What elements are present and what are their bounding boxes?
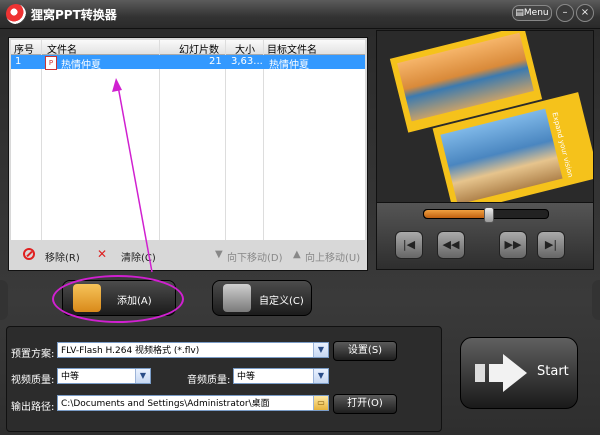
- preset-select[interactable]: FLV-Flash H.264 视频格式 (*.flv) ▼: [57, 342, 329, 358]
- ppt-file-icon: P: [45, 56, 57, 70]
- menu-label: Menu: [523, 8, 549, 18]
- preset-label: 预置方案:: [11, 349, 55, 360]
- col-file-name[interactable]: 文件名: [47, 41, 77, 56]
- chevron-down-icon: ▼: [135, 369, 150, 383]
- skip-back-icon[interactable]: |◀: [395, 231, 423, 259]
- clear-button[interactable]: 清除(C): [121, 249, 156, 264]
- app-window: 狸窝PPT转换器 ▤Menu – × 序号 文件名 幻灯片数 大小 目标文件名 …: [0, 0, 600, 435]
- seek-progress: [424, 210, 489, 218]
- row-size: 3,63...: [231, 56, 263, 67]
- col-index[interactable]: 序号: [14, 41, 34, 56]
- video-quality-label: 视频质量:: [11, 375, 55, 386]
- minimize-button[interactable]: –: [556, 4, 574, 22]
- video-quality-select[interactable]: 中等 ▼: [57, 368, 151, 384]
- settings-button[interactable]: 设置(S): [333, 341, 397, 361]
- output-settings-panel: 预置方案: FLV-Flash H.264 视频格式 (*.flv) ▼ 设置(…: [6, 326, 442, 432]
- column-divider: [225, 40, 226, 240]
- row-target-name: 热情仲夏: [269, 60, 309, 71]
- table-row[interactable]: 1 P 热情仲夏 21 3,63... 热情仲夏: [11, 55, 365, 71]
- column-divider: [263, 40, 264, 240]
- remove-icon[interactable]: [23, 248, 35, 260]
- row-slides: 21: [209, 56, 222, 67]
- move-up-button[interactable]: 向上移动(U): [305, 249, 360, 264]
- output-path-label: 输出路径:: [11, 402, 55, 413]
- play-arrow-icon: [475, 354, 527, 392]
- preview-panel: Expand your vision: [376, 30, 594, 204]
- video-quality-value: 中等: [61, 372, 80, 382]
- column-divider: [41, 40, 42, 240]
- app-title: 狸窝PPT转换器: [31, 8, 117, 22]
- side-decoration: [0, 280, 8, 320]
- player-controls: |◀ ◀◀ ▶▶ ▶|: [376, 202, 594, 270]
- start-button[interactable]: Start: [460, 337, 578, 409]
- row-index: 1: [15, 56, 22, 67]
- audio-quality-value: 中等: [237, 372, 256, 382]
- preset-value: FLV-Flash H.264 视频格式 (*.flv): [61, 346, 200, 356]
- move-up-icon: ▲: [293, 249, 301, 260]
- menu-button[interactable]: ▤Menu: [512, 5, 552, 21]
- app-logo-icon: [6, 4, 26, 24]
- tools-icon: [223, 284, 251, 312]
- audio-quality-label: 音频质量:: [187, 375, 231, 386]
- title-bar: 狸窝PPT转换器 ▤Menu – ×: [0, 0, 600, 29]
- folder-icon[interactable]: ▭: [313, 396, 328, 410]
- col-slides[interactable]: 幻灯片数: [179, 41, 219, 56]
- customize-button[interactable]: 自定义(C): [212, 280, 312, 316]
- output-path-value: C:\Documents and Settings\Administrator\…: [61, 399, 270, 409]
- customize-button-label: 自定义(C): [259, 296, 304, 307]
- side-decoration: [592, 280, 600, 320]
- output-path-input[interactable]: C:\Documents and Settings\Administrator\…: [57, 395, 329, 411]
- seek-bar[interactable]: [423, 207, 549, 223]
- file-list-panel: 序号 文件名 幻灯片数 大小 目标文件名 1 P 热情仲夏 21 3,63...…: [8, 37, 368, 271]
- chevron-down-icon: ▼: [313, 369, 328, 383]
- col-size[interactable]: 大小: [235, 41, 255, 56]
- move-down-icon: ▼: [215, 249, 223, 260]
- col-target-name[interactable]: 目标文件名: [267, 41, 317, 56]
- rewind-icon[interactable]: ◀◀: [437, 231, 465, 259]
- file-list-header: 序号 文件名 幻灯片数 大小 目标文件名: [11, 40, 365, 56]
- list-toolbar: 移除(R) ✕ 清除(C) ▼ 向下移动(D) ▲ 向上移动(U): [9, 244, 367, 268]
- row-file-name: 热情仲夏: [61, 60, 101, 71]
- column-divider: [159, 40, 160, 240]
- remove-button[interactable]: 移除(R): [45, 249, 80, 264]
- audio-quality-select[interactable]: 中等 ▼: [233, 368, 329, 384]
- annotation-ellipse: [52, 275, 184, 323]
- move-down-button[interactable]: 向下移动(D): [227, 249, 283, 264]
- chevron-down-icon: ▼: [313, 343, 328, 357]
- skip-forward-icon[interactable]: ▶|: [537, 231, 565, 259]
- beach-photo: [440, 108, 563, 203]
- start-label: Start: [537, 364, 569, 379]
- seek-handle[interactable]: [484, 207, 495, 223]
- open-folder-button[interactable]: 打开(O): [333, 394, 397, 414]
- file-list[interactable]: 序号 文件名 幻灯片数 大小 目标文件名 1 P 热情仲夏 21 3,63...…: [11, 40, 365, 240]
- fast-forward-icon[interactable]: ▶▶: [499, 231, 527, 259]
- close-button[interactable]: ×: [576, 4, 594, 22]
- clear-icon[interactable]: ✕: [97, 248, 111, 260]
